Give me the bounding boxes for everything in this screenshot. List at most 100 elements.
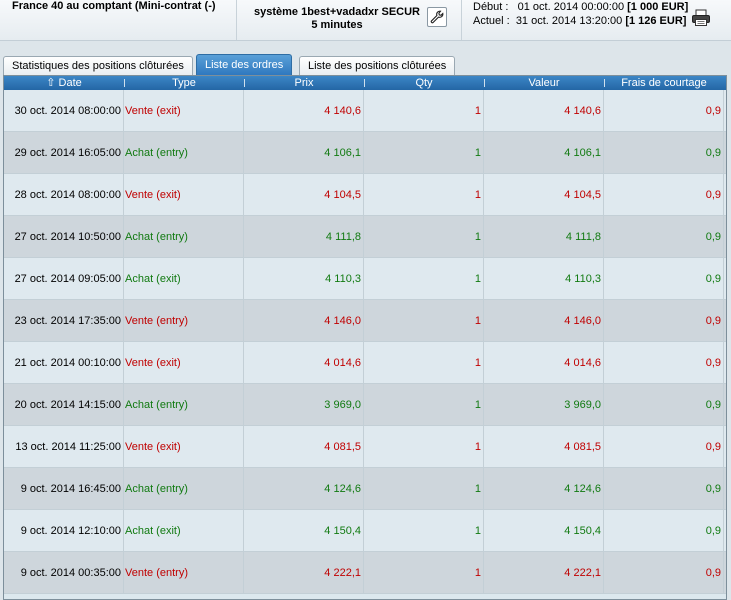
order-qty: 1 <box>364 510 484 551</box>
column-header-valeur[interactable]: Valeur <box>484 76 604 90</box>
tab-statistiques[interactable]: Statistiques des positions clôturées <box>3 56 193 75</box>
order-fee: 0,9 <box>604 552 724 593</box>
order-qty: 1 <box>364 552 484 593</box>
order-value: 4 106,1 <box>484 132 604 173</box>
column-header-frais[interactable]: Frais de courtage <box>604 76 724 90</box>
column-qty-label: Qty <box>415 77 433 89</box>
column-divider <box>604 79 605 87</box>
order-price: 4 081,5 <box>244 426 364 467</box>
order-type: Achat (exit) <box>124 510 244 551</box>
order-price: 4 111,8 <box>244 216 364 257</box>
order-price: 4 106,1 <box>244 132 364 173</box>
order-date: 30 oct. 2014 08:00:00 <box>4 90 124 131</box>
printer-icon[interactable] <box>691 9 711 27</box>
tab-positions-cloturees[interactable]: Liste des positions clôturées <box>299 56 456 75</box>
order-type: Achat (entry) <box>124 132 244 173</box>
header-divider <box>236 0 237 40</box>
column-divider <box>364 79 365 87</box>
column-divider <box>484 79 485 87</box>
period-info: Début : 01 oct. 2014 00:00:00 [1 000 EUR… <box>473 0 688 40</box>
order-qty: 1 <box>364 468 484 509</box>
order-type: Achat (entry) <box>124 216 244 257</box>
order-date: 13 oct. 2014 11:25:00 <box>4 426 124 467</box>
order-fee: 0,9 <box>604 174 724 215</box>
table-row[interactable]: 30 oct. 2014 08:00:00 Vente (exit) 4 140,6… <box>4 90 726 132</box>
table-row[interactable]: 9 oct. 2014 12:10:00 Achat (exit) 4 150,4 1… <box>4 510 726 552</box>
order-fee: 0,9 <box>604 342 724 383</box>
order-qty: 1 <box>364 132 484 173</box>
order-price: 4 146,0 <box>244 300 364 341</box>
order-type: Vente (entry) <box>124 300 244 341</box>
header-divider <box>461 0 462 40</box>
order-date: 27 oct. 2014 09:05:00 <box>4 258 124 299</box>
column-divider <box>244 79 245 87</box>
order-fee: 0,9 <box>604 510 724 551</box>
table-row[interactable]: 27 oct. 2014 10:50:00 Achat (entry) 4 111,… <box>4 216 726 258</box>
start-row: Début : 01 oct. 2014 00:00:00 [1 000 EUR… <box>473 0 688 14</box>
order-type: Vente (exit) <box>124 426 244 467</box>
order-date: 9 oct. 2014 12:10:00 <box>4 510 124 551</box>
order-qty: 1 <box>364 90 484 131</box>
sort-arrow-icon: ⇧ <box>46 77 56 89</box>
order-date: 9 oct. 2014 00:35:00 <box>4 552 124 593</box>
order-date: 28 oct. 2014 08:00:00 <box>4 174 124 215</box>
table-row[interactable]: 21 oct. 2014 00:10:00 Vente (exit) 4 014,6… <box>4 342 726 384</box>
order-type: Achat (entry) <box>124 384 244 425</box>
order-fee: 0,9 <box>604 258 724 299</box>
order-value: 4 140,6 <box>484 90 604 131</box>
wrench-icon[interactable] <box>427 7 447 27</box>
table-row[interactable]: 23 oct. 2014 17:35:00 Vente (entry) 4 146,… <box>4 300 726 342</box>
order-value: 4 014,6 <box>484 342 604 383</box>
order-value: 4 146,0 <box>484 300 604 341</box>
order-type: Achat (entry) <box>124 468 244 509</box>
table-row[interactable]: 20 oct. 2014 14:15:00 Achat (entry) 3 969,… <box>4 384 726 426</box>
table-row[interactable]: 29 oct. 2014 16:05:00 Achat (entry) 4 106,… <box>4 132 726 174</box>
order-date: 21 oct. 2014 00:10:00 <box>4 342 124 383</box>
order-qty: 1 <box>364 342 484 383</box>
order-date: 27 oct. 2014 10:50:00 <box>4 216 124 257</box>
order-fee: 0,9 <box>604 426 724 467</box>
tab-liste-ordres[interactable]: Liste des ordres <box>196 54 293 75</box>
column-header-date[interactable]: ⇧ Date <box>4 76 124 90</box>
column-frais-label: Frais de courtage <box>621 77 707 89</box>
order-value: 3 969,0 <box>484 384 604 425</box>
column-header-prix[interactable]: Prix <box>244 76 364 90</box>
table-row[interactable]: 9 oct. 2014 16:45:00 Achat (entry) 4 124,6… <box>4 468 726 510</box>
orders-table: ⇧ Date Type Prix Qty Valeur Frais de cou… <box>3 75 727 600</box>
column-prix-label: Prix <box>294 77 314 89</box>
order-qty: 1 <box>364 216 484 257</box>
column-type-label: Type <box>172 77 196 89</box>
order-date: 23 oct. 2014 17:35:00 <box>4 300 124 341</box>
order-price: 3 969,0 <box>244 384 364 425</box>
table-row[interactable]: 13 oct. 2014 11:25:00 Vente (exit) 4 081,5… <box>4 426 726 468</box>
order-type: Vente (entry) <box>124 552 244 593</box>
order-value: 4 110,3 <box>484 258 604 299</box>
order-price: 4 014,6 <box>244 342 364 383</box>
timeframe: 5 minutes <box>311 19 363 31</box>
column-header-type[interactable]: Type <box>124 76 244 90</box>
table-row[interactable]: 27 oct. 2014 09:05:00 Achat (exit) 4 110,3… <box>4 258 726 300</box>
order-fee: 0,9 <box>604 384 724 425</box>
system-info: système 1best+vadadxr SECUR 5 minutes <box>244 0 430 46</box>
start-date: 01 oct. 2014 00:00:00 <box>517 1 625 13</box>
order-fee: 0,9 <box>604 300 724 341</box>
order-type: Vente (exit) <box>124 90 244 131</box>
system-name: système 1best+vadadxr SECUR <box>254 6 420 18</box>
start-label: Début : <box>473 1 509 13</box>
order-fee: 0,9 <box>604 216 724 257</box>
order-price: 4 110,3 <box>244 258 364 299</box>
order-value: 4 111,8 <box>484 216 604 257</box>
tab-bar: Statistiques des positions clôturées Lis… <box>0 54 731 75</box>
column-header-qty[interactable]: Qty <box>364 76 484 90</box>
current-label: Actuel : <box>473 15 510 27</box>
order-fee: 0,9 <box>604 468 724 509</box>
table-row[interactable]: 9 oct. 2014 00:35:00 Vente (entry) 4 222,1… <box>4 552 726 594</box>
column-valeur-label: Valeur <box>528 77 560 89</box>
table-row[interactable]: 28 oct. 2014 08:00:00 Vente (exit) 4 104,5… <box>4 174 726 216</box>
current-date: 31 oct. 2014 13:20:00 <box>515 15 623 27</box>
order-fee: 0,9 <box>604 90 724 131</box>
current-row: Actuel : 31 oct. 2014 13:20:00 [1 126 EU… <box>473 14 688 28</box>
order-type: Vente (exit) <box>124 342 244 383</box>
column-divider <box>124 79 125 87</box>
order-date: 9 oct. 2014 16:45:00 <box>4 468 124 509</box>
